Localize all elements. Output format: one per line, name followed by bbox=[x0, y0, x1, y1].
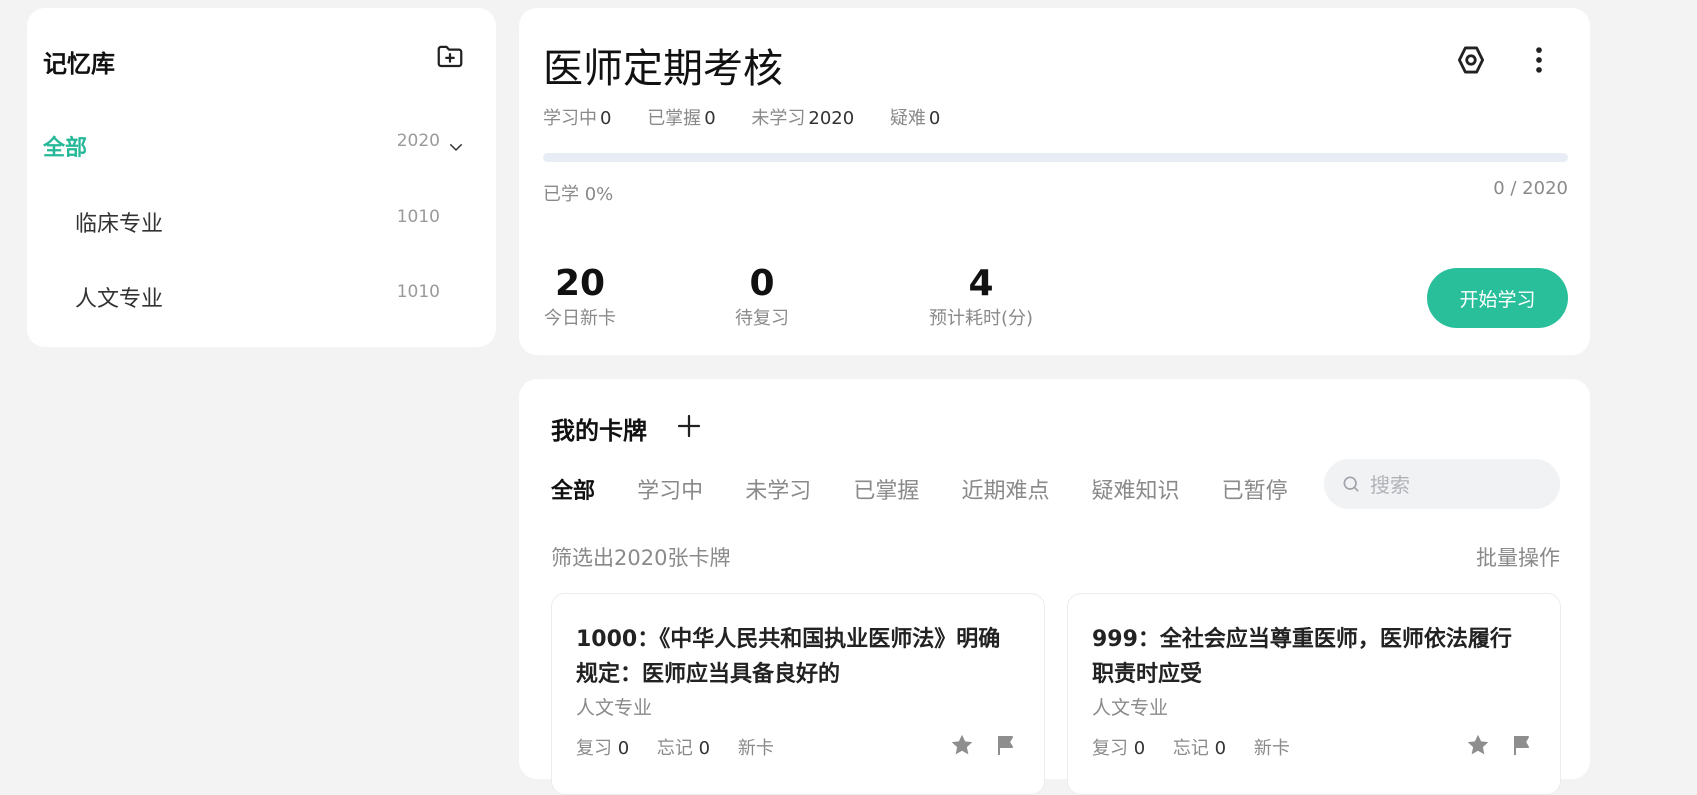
deck-overview: 医师定期考核 学习中 0 已掌握 0 未学习 2020 疑难 0 已学 0% 0 / 2… bbox=[519, 8, 1590, 355]
stat-unlearned-value: 2020 bbox=[808, 108, 855, 129]
card-review-value: 0 bbox=[1133, 738, 1146, 759]
estimated-time: 4 预计耗时(分) bbox=[923, 264, 1039, 330]
hexagon-settings-icon[interactable] bbox=[1454, 43, 1488, 77]
cards-title: 我的卡牌 bbox=[551, 417, 647, 445]
learned-percent: 已学 0% bbox=[543, 184, 614, 205]
today-new-label: 今日新卡 bbox=[544, 308, 616, 329]
star-icon[interactable] bbox=[1465, 732, 1491, 758]
my-cards-panel: 我的卡牌 全部 学习中 未学习 已掌握 近期难点 疑难知识 已暂停 筛选出202… bbox=[519, 379, 1590, 795]
card-review-label: 复习 bbox=[1092, 738, 1128, 759]
folder-plus-icon[interactable] bbox=[435, 41, 465, 71]
stat-mastered-value: 0 bbox=[704, 108, 716, 129]
flag-icon[interactable] bbox=[994, 732, 1018, 758]
card-status: 新卡 bbox=[737, 738, 774, 759]
card-forget-value: 0 bbox=[698, 738, 711, 759]
stat-unlearned-label: 未学习 bbox=[751, 108, 806, 129]
search-box bbox=[1324, 459, 1560, 509]
tab-unlearned[interactable]: 未学习 bbox=[745, 473, 811, 505]
deck-sidebar: 记忆库 全部 2020 临床专业 1010 人文专业 1010 bbox=[27, 8, 496, 347]
sidebar-item-count: 1010 bbox=[396, 207, 440, 227]
card-meta: 复习 0 忘记 0 新卡 bbox=[1092, 734, 1290, 760]
search-input[interactable] bbox=[1368, 469, 1552, 501]
page-title: 医师定期考核 bbox=[543, 46, 783, 92]
card-item[interactable]: 999：全社会应当尊重医师，医师依法履行职责时应受 人文专业 复习 0 忘记 0… bbox=[1067, 593, 1561, 795]
sidebar-item-count: 1010 bbox=[396, 282, 440, 302]
card-status: 新卡 bbox=[1253, 738, 1290, 759]
sidebar-item-all[interactable]: 全部 2020 bbox=[27, 118, 496, 172]
card-forget-label: 忘记 bbox=[656, 738, 693, 759]
flag-icon[interactable] bbox=[1510, 732, 1534, 758]
stat-learning-label: 学习中 bbox=[543, 108, 597, 129]
tab-learning[interactable]: 学习中 bbox=[637, 473, 703, 505]
to-review-value: 0 bbox=[749, 263, 775, 304]
sidebar-item-count: 2020 bbox=[396, 131, 440, 151]
sidebar-item-label: 临床专业 bbox=[75, 212, 164, 237]
sidebar-title: 记忆库 bbox=[43, 50, 115, 78]
stat-mastered-label: 已掌握 bbox=[647, 108, 702, 129]
estimated-time-value: 4 bbox=[968, 263, 994, 304]
to-review: 0 待复习 bbox=[729, 264, 795, 330]
card-forget-value: 0 bbox=[1214, 738, 1227, 759]
today-new-cards: 20 今日新卡 bbox=[543, 264, 617, 330]
card-title: 999：全社会应当尊重医师，医师依法履行职责时应受 bbox=[1092, 627, 1512, 687]
more-vertical-icon[interactable] bbox=[1522, 43, 1556, 77]
today-new-value: 20 bbox=[554, 263, 606, 304]
tab-difficult-knowledge[interactable]: 疑难知识 bbox=[1092, 473, 1180, 505]
card-deck: 人文专业 bbox=[1092, 697, 1169, 719]
deck-status-counts: 学习中 0 已掌握 0 未学习 2020 疑难 0 bbox=[543, 104, 970, 130]
card-review-value: 0 bbox=[617, 738, 630, 759]
progress-bar bbox=[543, 153, 1568, 162]
filtered-count: 筛选出2020张卡牌 bbox=[551, 546, 731, 570]
to-review-label: 待复习 bbox=[735, 308, 789, 329]
tab-paused[interactable]: 已暂停 bbox=[1222, 473, 1288, 505]
card-forget-label: 忘记 bbox=[1172, 738, 1209, 759]
sidebar-item-clinical[interactable]: 临床专业 1010 bbox=[27, 194, 496, 248]
tab-all[interactable]: 全部 bbox=[551, 473, 595, 505]
chevron-down-icon[interactable] bbox=[447, 138, 465, 156]
search-icon bbox=[1343, 476, 1359, 492]
sidebar-item-label: 人文专业 bbox=[75, 287, 164, 312]
plus-icon[interactable] bbox=[674, 411, 704, 441]
card-meta: 复习 0 忘记 0 新卡 bbox=[576, 734, 774, 760]
sidebar-item-humanities[interactable]: 人文专业 1010 bbox=[27, 269, 496, 323]
card-deck: 人文专业 bbox=[576, 697, 653, 719]
tab-mastered[interactable]: 已掌握 bbox=[853, 473, 919, 505]
sidebar-item-label: 全部 bbox=[43, 136, 88, 161]
estimated-time-label: 预计耗时(分) bbox=[928, 308, 1034, 329]
card-filter-tabs: 全部 学习中 未学习 已掌握 近期难点 疑难知识 已暂停 bbox=[551, 473, 1325, 505]
star-icon[interactable] bbox=[949, 732, 975, 758]
card-item[interactable]: 1000：《中华人民共和国执业医师法》明确规定：医师应当具备良好的 人文专业 复… bbox=[551, 593, 1045, 795]
card-review-label: 复习 bbox=[576, 738, 612, 759]
stat-learning-value: 0 bbox=[600, 108, 612, 129]
batch-operation-button[interactable]: 批量操作 bbox=[1476, 542, 1560, 572]
card-title: 1000：《中华人民共和国执业医师法》明确规定：医师应当具备良好的 bbox=[576, 627, 1001, 687]
learned-ratio: 0 / 2020 bbox=[1493, 178, 1568, 199]
stat-difficult-value: 0 bbox=[928, 108, 941, 129]
stat-difficult-label: 疑难 bbox=[889, 108, 926, 129]
tab-recent-difficult[interactable]: 近期难点 bbox=[961, 473, 1049, 505]
start-learning-button[interactable]: 开始学习 bbox=[1427, 268, 1568, 328]
